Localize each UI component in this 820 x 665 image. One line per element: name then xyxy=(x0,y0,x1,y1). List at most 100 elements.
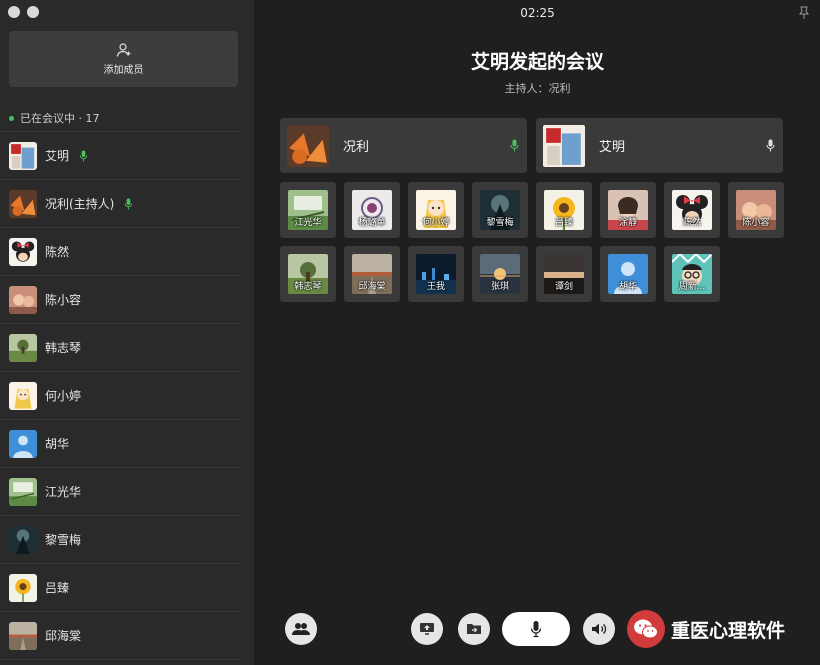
member-list-item[interactable]: 黎雪梅 xyxy=(0,516,240,564)
add-member-button[interactable]: 添加成员 xyxy=(9,31,238,87)
member-name: 邱海棠 xyxy=(45,629,82,643)
participant-tile[interactable]: 胡华 xyxy=(600,246,656,302)
participant-name: 涂静 xyxy=(618,218,637,228)
avatar xyxy=(9,573,37,602)
participant-name: 周新... xyxy=(678,282,706,292)
avatar xyxy=(543,124,585,167)
folder-share-icon xyxy=(467,624,481,634)
featured-participant-tile[interactable]: 况利 xyxy=(280,118,527,173)
participant-name: 邱海棠 xyxy=(358,282,386,292)
member-name: 江光华 xyxy=(45,485,82,499)
participant-name: 陈小容 xyxy=(742,218,770,228)
participant-name: 韩志琴 xyxy=(294,282,322,292)
participant-name: 江光华 xyxy=(294,218,322,228)
window-controls xyxy=(8,6,39,18)
participant-tile[interactable]: 涂静 xyxy=(600,182,656,238)
meeting-host: 主持人：况利 xyxy=(504,82,571,95)
member-name: 陈小容 xyxy=(45,293,82,307)
microphone-icon xyxy=(766,139,775,152)
member-name: 何小婷 xyxy=(45,389,82,403)
avatar xyxy=(9,525,37,554)
featured-participant-tile[interactable]: 艾明 xyxy=(536,118,783,173)
members-icon xyxy=(292,623,310,635)
participant-tile[interactable]: 王我 xyxy=(408,246,464,302)
avatar xyxy=(9,381,37,410)
participant-name: 张琪 xyxy=(490,282,509,292)
participant-tile[interactable]: 邱海棠 xyxy=(344,246,400,302)
avatar xyxy=(9,189,37,218)
member-list-item[interactable]: 何小婷 xyxy=(0,372,240,420)
online-dot-icon xyxy=(9,115,14,121)
close-window-button[interactable] xyxy=(8,6,20,18)
in-meeting-label: 已在会议中 · 17 xyxy=(20,112,100,125)
sidebar: 添加成员 已在会议中 · 17 艾明况利(主持人) 陈然陈小容韩志琴何小婷胡华江光… xyxy=(0,0,255,665)
avatar xyxy=(9,621,37,650)
participant-name: 陈然 xyxy=(682,218,701,228)
pin-icon[interactable] xyxy=(798,6,810,20)
in-meeting-count: 已在会议中 · 17 xyxy=(9,110,100,126)
avatar xyxy=(9,477,37,506)
share-file-button[interactable] xyxy=(458,613,490,645)
participant-tile[interactable]: 韩志琴 xyxy=(280,246,336,302)
participant-name: 王我 xyxy=(426,282,445,292)
participant-grid: 江光华 杨璐单 何小婷 黎雪梅 吕臻 涂静 陈然 陈小容韩志琴 邱海棠 王我 张琪 谭剑 胡华 周新... xyxy=(280,182,784,302)
participant-tile[interactable]: 江光华 xyxy=(280,182,336,238)
participant-name: 何小婷 xyxy=(422,218,450,228)
participant-tile[interactable]: 吕臻 xyxy=(536,182,592,238)
microphone-icon xyxy=(125,197,133,210)
screen-share-icon xyxy=(420,623,434,635)
participant-tile[interactable]: 谭剑 xyxy=(536,246,592,302)
member-list-item[interactable]: 邱海棠 xyxy=(0,612,240,660)
participant-name: 胡华 xyxy=(618,282,637,292)
wechat-logo-icon xyxy=(627,610,665,648)
participant-tile[interactable]: 陈然 xyxy=(664,182,720,238)
member-list-item[interactable]: 韩志琴 xyxy=(0,324,240,372)
participant-name: 艾明 xyxy=(599,140,626,155)
mute-microphone-button[interactable] xyxy=(502,612,570,646)
share-screen-button[interactable] xyxy=(411,613,443,645)
member-list-item[interactable]: 艾明 xyxy=(0,132,240,180)
participant-tile[interactable]: 杨璐单 xyxy=(344,182,400,238)
member-list-item[interactable]: 陈然 xyxy=(0,228,240,276)
members-button[interactable] xyxy=(285,613,317,645)
avatar xyxy=(287,124,329,167)
participant-tile[interactable]: 张琪 xyxy=(472,246,528,302)
participant-name: 黎雪梅 xyxy=(486,218,514,228)
member-list-item[interactable]: 胡华 xyxy=(0,420,240,468)
member-name: 韩志琴 xyxy=(45,341,82,355)
participant-tile[interactable]: 周新... xyxy=(664,246,720,302)
participant-tile[interactable]: 何小婷 xyxy=(408,182,464,238)
participant-name: 况利 xyxy=(343,140,370,155)
watermark: 重医心理软件 xyxy=(627,610,785,648)
speaker-button[interactable] xyxy=(583,613,615,645)
participant-tile[interactable]: 黎雪梅 xyxy=(472,182,528,238)
avatar xyxy=(9,141,37,170)
participant-name: 杨璐单 xyxy=(358,218,386,228)
member-name: 况利(主持人) xyxy=(45,197,115,211)
member-list: 艾明况利(主持人) 陈然陈小容韩志琴何小婷胡华江光华黎雪梅吕臻邱海棠 xyxy=(0,131,240,660)
member-name: 陈然 xyxy=(45,245,70,259)
add-user-icon xyxy=(116,43,130,57)
member-name: 黎雪梅 xyxy=(45,533,82,547)
microphone-icon xyxy=(530,621,542,638)
avatar xyxy=(9,429,37,458)
avatar xyxy=(9,333,37,362)
speaker-icon xyxy=(592,623,607,635)
member-list-item[interactable]: 吕臻 xyxy=(0,564,240,612)
avatar xyxy=(9,285,37,314)
participant-name: 谭剑 xyxy=(554,282,573,292)
member-name: 胡华 xyxy=(45,437,70,451)
meeting-stage: 02:25 艾明发起的会议 主持人：况利 况利 艾明 江光华 杨璐单 何小婷 黎雪梅 吕臻… xyxy=(255,0,820,665)
participant-name: 吕臻 xyxy=(554,218,573,228)
member-name: 艾明 xyxy=(45,149,70,163)
member-list-item[interactable]: 况利(主持人) xyxy=(0,180,240,228)
meeting-timer: 02:25 xyxy=(520,6,555,20)
watermark-text: 重医心理软件 xyxy=(671,619,786,642)
microphone-icon xyxy=(510,139,519,152)
member-list-item[interactable]: 江光华 xyxy=(0,468,240,516)
member-list-item[interactable]: 陈小容 xyxy=(0,276,240,324)
minimize-window-button[interactable] xyxy=(27,6,39,18)
microphone-icon xyxy=(79,149,88,162)
meeting-window: 添加成员 已在会议中 · 17 艾明 况利(主持人) 陈然 陈小容 韩志琴 何小婷 胡华 江光… xyxy=(0,0,820,665)
participant-tile[interactable]: 陈小容 xyxy=(728,182,784,238)
